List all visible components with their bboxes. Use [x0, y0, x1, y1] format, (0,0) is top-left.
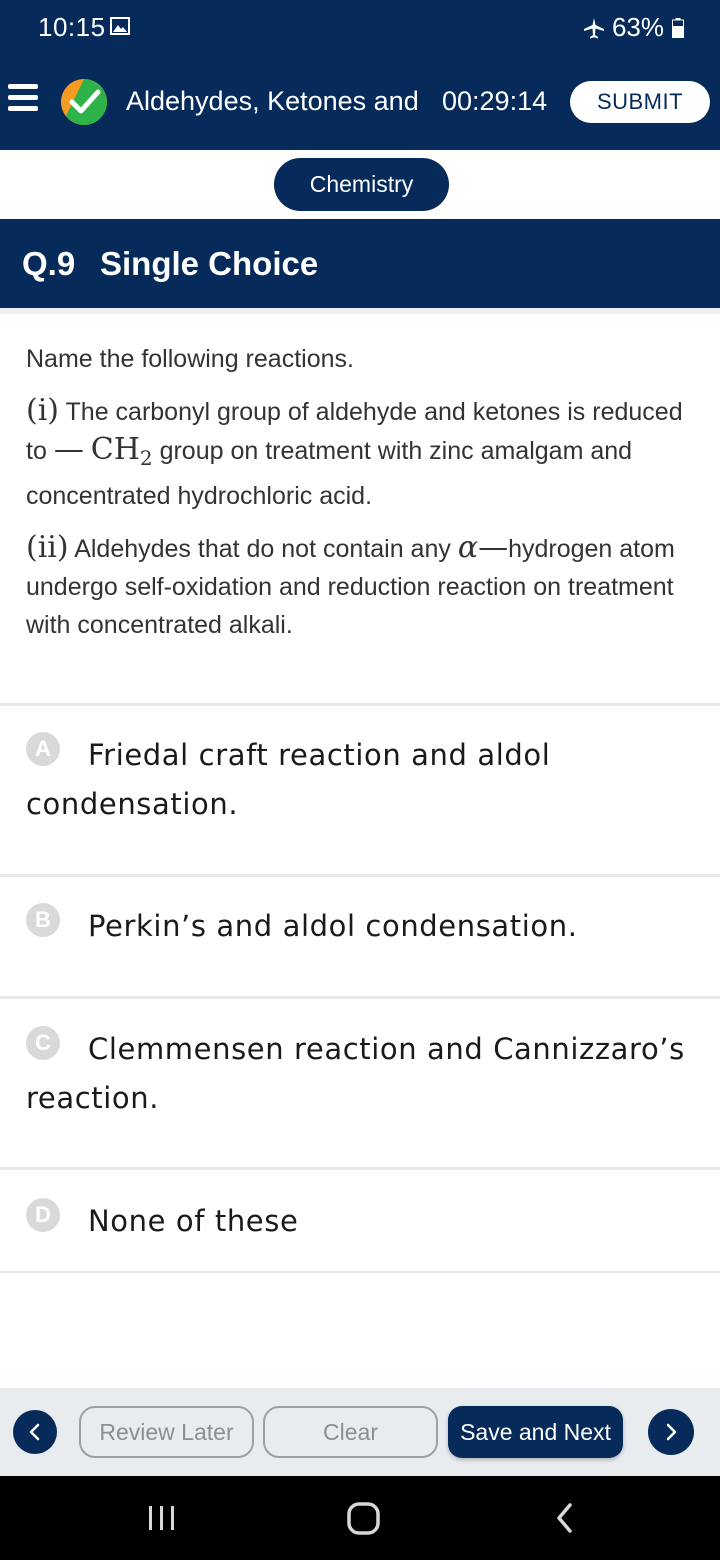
back-icon[interactable]	[550, 1498, 580, 1538]
countdown-timer: 00:29:14	[442, 86, 548, 116]
battery-icon	[672, 17, 684, 38]
part-1-marker: (i)	[26, 393, 60, 428]
home-icon[interactable]	[344, 1498, 384, 1538]
option-separator	[0, 1271, 720, 1273]
option-d-text: None of these	[88, 1204, 299, 1238]
submit-button[interactable]: SUBMIT	[570, 81, 710, 123]
option-b-text: Perkin’s and aldol condensation.	[88, 909, 578, 943]
part-2-text-a: Aldehydes that do not contain any	[74, 535, 451, 563]
option-b[interactable]: B Perkin’s and aldol condensation.	[0, 877, 720, 996]
status-time: 10:15	[38, 12, 106, 42]
subject-tab[interactable]: Chemistry	[274, 158, 449, 211]
question-text: Name the following reactions. (i) The ca…	[26, 340, 696, 658]
next-question-button[interactable]	[648, 1409, 694, 1455]
question-number: Q.9	[22, 245, 76, 282]
option-a[interactable]: A Friedal craft reaction and aldol conde…	[0, 706, 720, 874]
question-part-1: (i) The carbonyl group of aldehyde and k…	[26, 392, 696, 515]
option-c[interactable]: C Clemmensen reaction and Cannizzaro’s r…	[0, 999, 720, 1167]
page-title: Aldehydes, Ketones and	[126, 86, 419, 116]
option-a-text: Friedal craft reaction and aldol condens…	[26, 738, 551, 821]
logo-check-icon	[61, 79, 107, 125]
prev-arrow-icon	[29, 1423, 40, 1441]
part-2-dash: —	[478, 530, 509, 565]
question-header: Q.9 Single Choice	[0, 219, 720, 308]
battery-percent: 63%	[611, 12, 664, 42]
airplane-icon	[583, 17, 604, 38]
menu-icon[interactable]	[8, 84, 42, 118]
app-header: Aldehydes, Ketones and 00:29:14 SUBMIT	[0, 56, 720, 150]
next-arrow-icon	[666, 1423, 677, 1441]
option-d[interactable]: D None of these	[0, 1170, 720, 1271]
clear-button[interactable]: Clear	[263, 1406, 438, 1458]
formula-ch2: CH2	[90, 432, 153, 470]
recents-icon[interactable]	[146, 1498, 178, 1538]
review-later-button[interactable]: Review Later	[79, 1406, 254, 1458]
part-2-marker: (ii)	[26, 530, 69, 565]
previous-question-button[interactable]	[13, 1410, 57, 1454]
question-part-2: (ii) Aldehydes that do not contain any α…	[26, 529, 696, 644]
gallery-icon	[110, 17, 130, 35]
save-and-next-button[interactable]: Save and Next	[448, 1406, 623, 1458]
question-intro: Name the following reactions.	[26, 345, 354, 373]
alpha-symbol: α	[457, 530, 479, 565]
option-c-text: Clemmensen reaction and Cannizzaro’s rea…	[26, 1032, 685, 1115]
divider	[0, 308, 720, 314]
status-bar: 10:15 63%	[0, 0, 720, 56]
question-type: Single Choice	[100, 245, 319, 282]
system-nav-bar	[0, 1476, 720, 1560]
action-bar: Review Later Clear Save and Next	[0, 1388, 720, 1476]
part-1-dash: —	[53, 432, 84, 467]
